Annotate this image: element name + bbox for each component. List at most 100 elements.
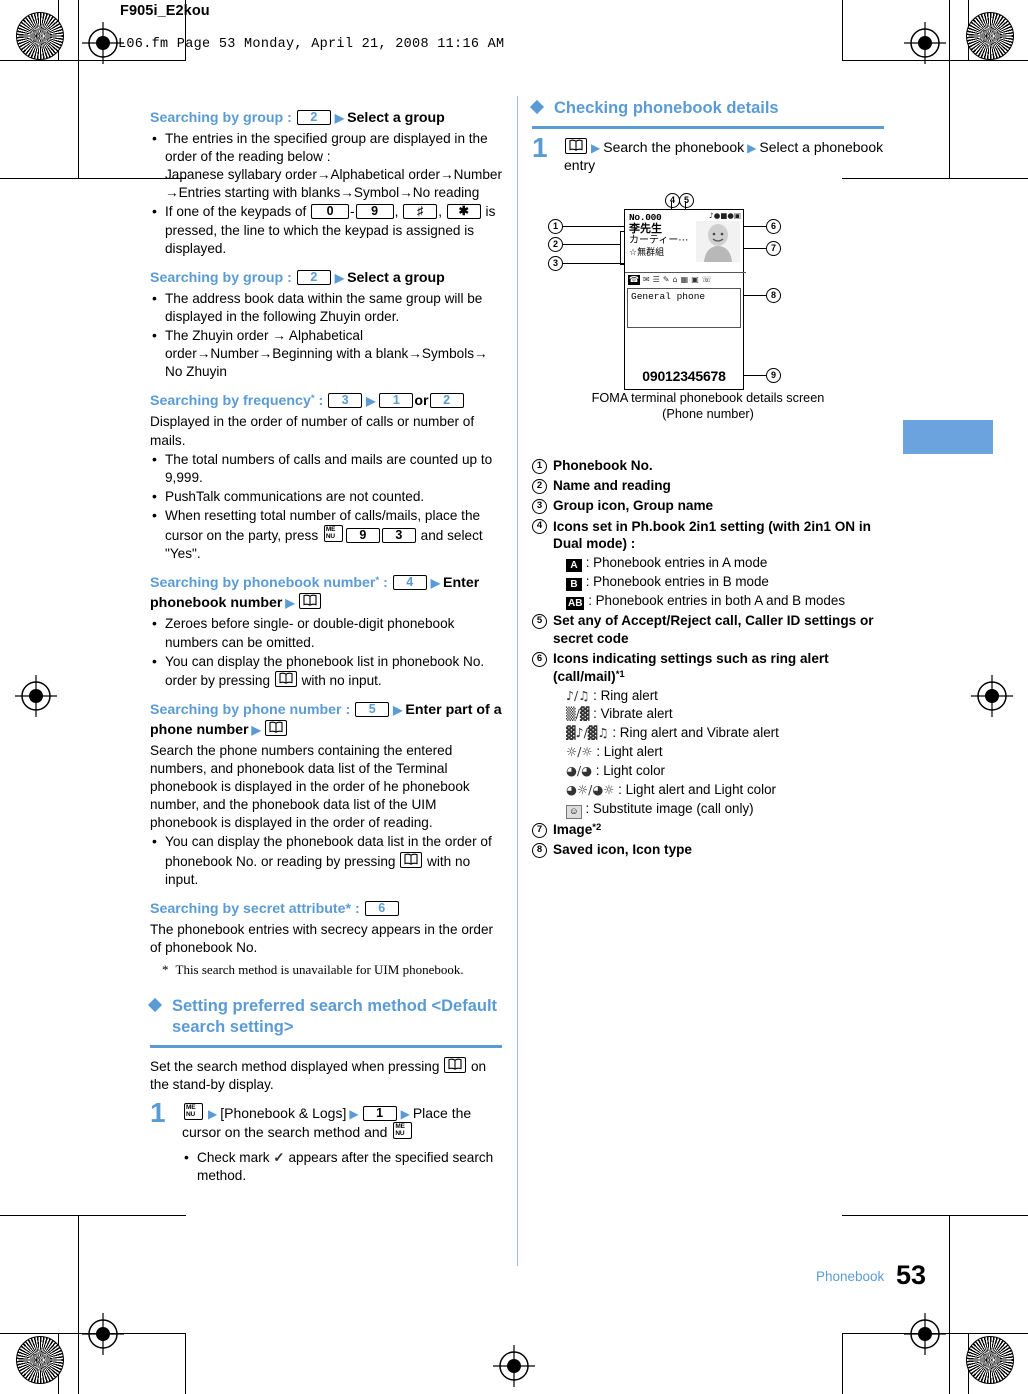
rosette-bottom-left <box>16 1336 64 1384</box>
rosette-bottom-right <box>966 1336 1014 1384</box>
callout-1: 1 <box>548 219 563 234</box>
key-2: 2 <box>429 393 464 409</box>
block-searching-by-frequency: Searching by frequency* : 3 ▶ 1 or 2 Display… <box>150 392 502 563</box>
phone-field-box: General phone <box>627 288 741 328</box>
check-mark-icon: ✓ <box>273 1150 285 1166</box>
arrow-icon: ▶ <box>747 140 757 155</box>
bullet-list: Zeroes before single- or double-digit ph… <box>150 614 502 689</box>
column-divider <box>517 96 518 1266</box>
tab-mail-icon: ✉ <box>642 274 650 284</box>
tab-phone-icon: ☎ <box>628 274 640 286</box>
paragraph: Displayed in the order of number of call… <box>150 414 475 448</box>
b-mode-icon: B <box>566 577 582 591</box>
arrow-icon: ▶ <box>393 702 403 717</box>
menu-key-icon: ME NU <box>393 1122 413 1140</box>
light-color-icon: ◕/◕ <box>566 762 593 778</box>
callout-number: 6 <box>532 651 547 667</box>
tab-address-icon: ☰ <box>652 274 660 284</box>
substitute-image-icon: ☺ <box>566 804 582 819</box>
arrow-icon: ▶ <box>591 140 601 155</box>
callout-3: 3 <box>548 256 563 271</box>
arrow-icon: ▶ <box>400 1106 410 1121</box>
phone-screen-top: No.000 ♪●■●▣ 李先生 カーティー⋯ ☆無群組 <box>625 210 743 270</box>
bullet-list: You can display the phonebook data list … <box>150 832 502 888</box>
step-text: ME NU ▶ [Phonebook & Logs] ▶ 1 ▶ Place the curs… <box>182 1102 472 1141</box>
tab-memo-icon: ✎ <box>662 274 670 284</box>
leader-line <box>742 247 766 249</box>
list-item: You can display the phonebook data list … <box>150 832 502 888</box>
step-1-checking-details: 1 ▶ Search the phonebook ▶ Select a phonebo… <box>532 133 884 176</box>
rosette-top-right <box>966 12 1014 60</box>
page-canvas: F905i_E2kou L06.fm Page 53 Monday, April… <box>0 0 1028 1394</box>
key-9: 9 <box>355 204 394 220</box>
list-item: The address book data within the same gr… <box>150 289 502 326</box>
footer-section-label: Phonebook <box>816 1269 885 1284</box>
phonebook-key-icon <box>400 851 423 868</box>
legend-item-4: 4 Icons set in Ph.book 2in1 setting (with… <box>532 518 884 553</box>
section-rule <box>532 126 884 129</box>
key-3: 3 <box>328 393 363 409</box>
tab-birthday-icon: ▦ <box>680 274 689 284</box>
callout-number: 7 <box>532 822 547 838</box>
footnote-marker: *1 <box>615 668 625 680</box>
arrow-icon: ▶ <box>430 576 440 591</box>
block-searching-by-secret-attribute: Searching by secret attribute* : 6 The p… <box>150 900 502 979</box>
left-column: Searching by group : 2▶Select a group Th… <box>147 98 502 1185</box>
block-searching-by-group-2: Searching by group : 2▶Select a group Th… <box>150 269 502 382</box>
footnote-marker: *2 <box>592 822 602 834</box>
block-searching-by-group-1: Searching by group : 2▶Select a group Th… <box>150 109 502 258</box>
key-asterisk: ✱ <box>446 204 481 220</box>
key-6: 6 <box>364 900 399 916</box>
bullet-list: Check mark ✓ appears after the specified… <box>182 1148 502 1185</box>
callout-5: 5 <box>679 193 694 208</box>
paragraph: The phonebook entries with secrecy appea… <box>150 921 494 955</box>
paragraph: Search the phone numbers containing the … <box>150 743 470 831</box>
legend-item-7: 7 Image*2 <box>532 821 884 839</box>
tab-settings-icon: ☏ <box>701 274 712 284</box>
section-heading-default-search: Setting preferred search method <Default… <box>147 996 502 1038</box>
leader-line <box>742 225 766 227</box>
legend-sub-vibrate-alert: ▒/▓ : Vibrate alert <box>566 706 673 722</box>
arrow-icon: ▶ <box>285 596 295 611</box>
subheading-searching-by-phone-number: Searching by phone number : 5 ▶ Enter part… <box>150 701 502 738</box>
key-1: 1 <box>362 1105 397 1121</box>
leader-line <box>742 294 766 296</box>
list-item: When resetting total number of calls/mai… <box>150 506 502 563</box>
legend-sub-light-alert: ☼/☼ : Light alert <box>566 744 663 760</box>
subheading-searching-by-group-1: Searching by group : 2 ▶ Select a group <box>150 110 445 126</box>
phone-number-text: 09012345678 <box>642 367 726 384</box>
callout-number: 4 <box>532 519 547 535</box>
callout-6: 6 <box>766 219 781 234</box>
ring-and-vibrate-icon: ▓♪/▓♫ <box>566 725 609 741</box>
ring-alert-icon: ♪/♫ <box>566 687 590 703</box>
key-3: 3 <box>381 527 416 543</box>
ab-mode-icon: AB <box>566 596 585 610</box>
phone-screen-mock: No.000 ♪●■●▣ 李先生 カーティー⋯ ☆無群組 ☎ ✉ ☰ ✎ ⌂ ▦… <box>624 209 746 390</box>
vibrate-alert-icon: ▒/▓ <box>566 706 590 722</box>
bullet-list: The total numbers of calls and mails are… <box>150 450 502 563</box>
callout-4: 4 <box>665 193 680 208</box>
block-searching-by-phone-number: Searching by phone number : 5 ▶ Enter part… <box>150 701 502 889</box>
list-item: The entries in the specified group are d… <box>150 129 502 202</box>
key-0: 0 <box>311 204 350 220</box>
legend-sub-ring-and-vibrate: ▓♪/▓♫ : Ring alert and Vibrate alert <box>566 725 779 741</box>
light-alert-icon: ☼/☼ <box>566 744 593 760</box>
leader-line <box>562 243 620 245</box>
arrow-icon: ▶ <box>251 722 261 737</box>
legend-sub-b-mode: B : Phonebook entries in B mode <box>532 573 884 591</box>
group-name-text: ☆無群組 <box>629 248 665 258</box>
callout-9: 9 <box>766 368 781 383</box>
legend-sub-ab-mode: AB : Phonebook entries in both A and B m… <box>566 592 846 610</box>
callout-2: 2 <box>548 237 563 252</box>
key-1: 1 <box>379 393 414 409</box>
legend-sub-a-mode: A : Phonebook entries in A mode <box>532 554 884 572</box>
key-hash: ♯ <box>403 204 438 220</box>
arrow-icon: ▶ <box>366 394 376 409</box>
menu-key-icon: ME NU <box>184 1102 203 1120</box>
fm-header-line: L06.fm Page 53 Monday, April 21, 2008 11… <box>118 37 505 52</box>
footnote-marker: * <box>310 393 315 405</box>
footnote-marker: * <box>162 962 169 978</box>
callout-8: 8 <box>766 288 781 303</box>
phonebook-details-figure: 1 2 3 4 5 6 7 8 9 No.000 ♪●■●▣ 李先生 カーティー… <box>532 191 884 421</box>
subheading-searching-by-group-2: Searching by group : 2 ▶ Select a group <box>150 269 445 286</box>
